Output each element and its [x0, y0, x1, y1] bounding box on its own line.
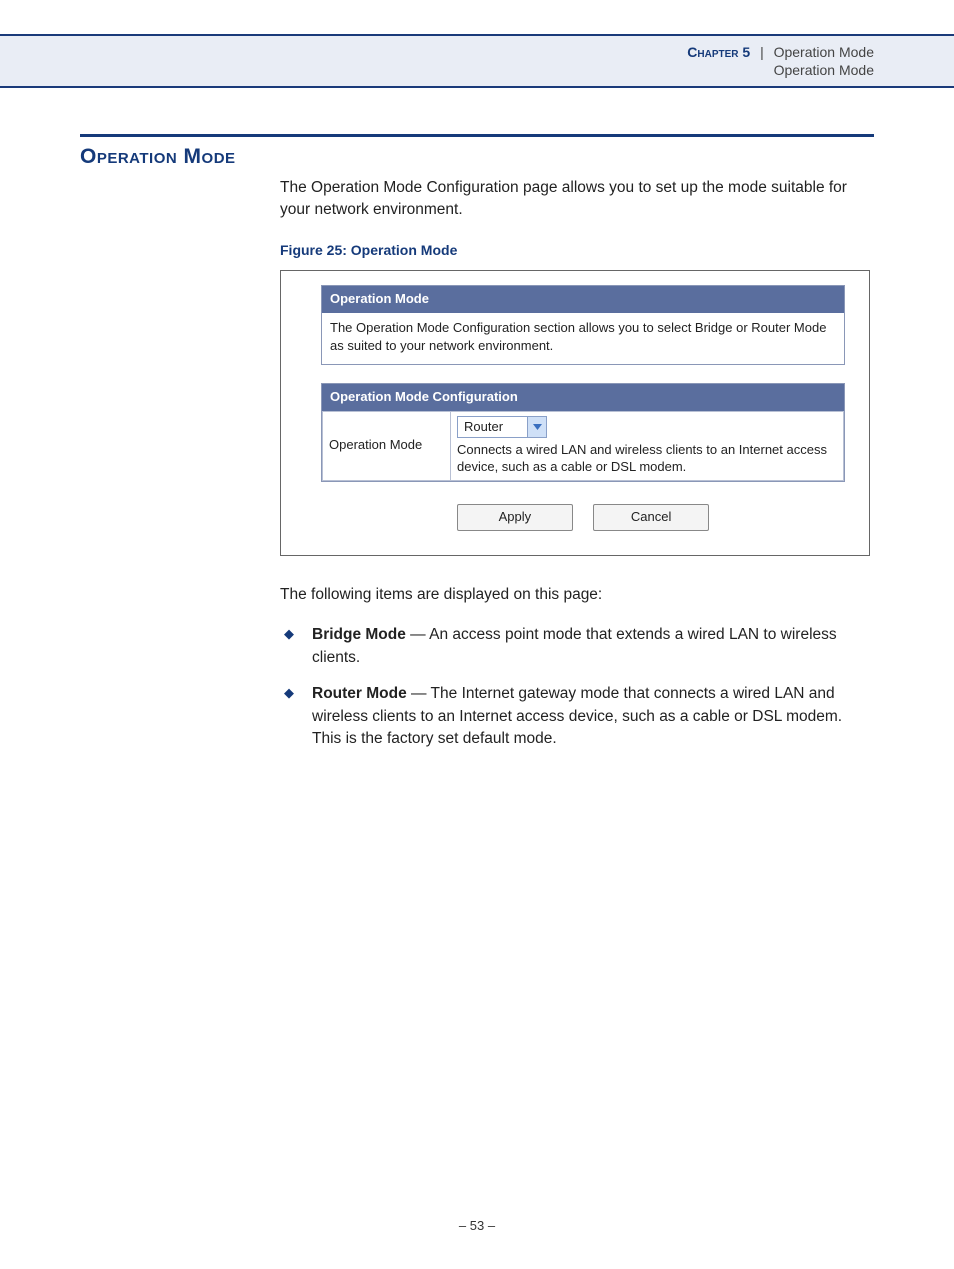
intro-paragraph: The Operation Mode Configuration page al…: [280, 177, 874, 222]
chevron-down-icon: [527, 417, 546, 437]
list-item: Bridge Mode — An access point mode that …: [284, 624, 874, 669]
bullet-term: Bridge Mode: [312, 626, 406, 643]
dropdown-value: Router: [458, 417, 527, 437]
apply-button[interactable]: Apply: [457, 504, 573, 531]
dropdown-description: Connects a wired LAN and wireless client…: [457, 442, 837, 476]
chapter-label: Chapter 5: [687, 44, 750, 60]
panel-operation-mode: Operation Mode The Operation Mode Config…: [321, 285, 845, 365]
figure-caption: Figure 25: Operation Mode: [280, 240, 874, 260]
items-intro: The following items are displayed on thi…: [280, 584, 874, 606]
figure-operation-mode: Operation Mode The Operation Mode Config…: [280, 270, 870, 555]
header-title: Operation Mode: [774, 44, 874, 60]
operation-mode-dropdown[interactable]: Router: [457, 416, 547, 438]
panel-body-operation-mode: The Operation Mode Configuration section…: [322, 313, 844, 364]
header-separator: |: [760, 44, 764, 60]
section-title: Operation Mode: [80, 145, 874, 169]
list-item: Router Mode — The Internet gateway mode …: [284, 683, 874, 750]
page-header: Chapter 5 | Operation Mode Operation Mod…: [0, 34, 954, 88]
panel-header-config: Operation Mode Configuration: [322, 384, 844, 411]
mode-list: Bridge Mode — An access point mode that …: [280, 624, 874, 750]
section-rule: [80, 134, 874, 137]
panel-operation-mode-config: Operation Mode Configuration Operation M…: [321, 383, 845, 482]
cancel-button[interactable]: Cancel: [593, 504, 709, 531]
panel-header-operation-mode: Operation Mode: [322, 286, 844, 313]
bullet-term: Router Mode: [312, 685, 407, 702]
header-subtitle: Operation Mode: [0, 62, 874, 78]
config-row-label: Operation Mode: [323, 412, 451, 481]
page-footer: – 53 –: [0, 1218, 954, 1233]
